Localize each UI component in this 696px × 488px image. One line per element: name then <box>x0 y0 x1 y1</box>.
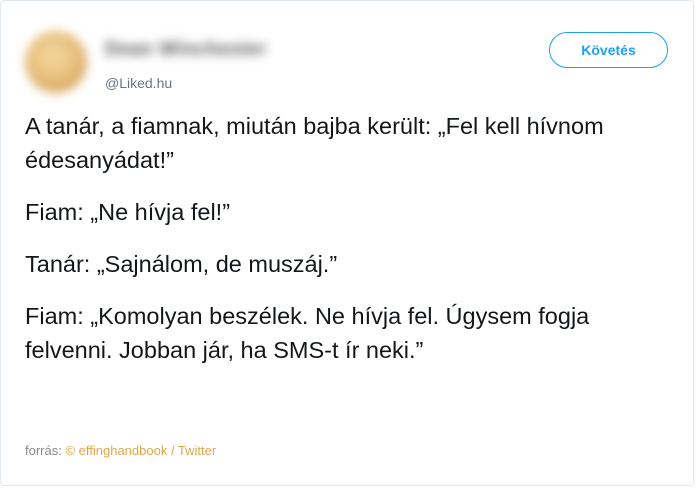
tweet-paragraph: A tanár, a fiamnak, miután bajba került:… <box>25 113 604 173</box>
source-credit: forrás: © effinghandbook / Twitter <box>25 443 216 458</box>
source-prefix: forrás: <box>25 443 62 458</box>
source-link[interactable]: © effinghandbook / Twitter <box>65 443 216 458</box>
follow-button[interactable]: Követés <box>549 32 668 68</box>
tweet-paragraph: Fiam: „Ne hívja fel!” <box>25 199 231 225</box>
author-name[interactable]: Dean Winchester <box>105 39 267 61</box>
author-handle[interactable]: @Liked.hu <box>105 75 172 91</box>
avatar[interactable] <box>25 31 87 93</box>
tweet-paragraph: Fiam: „Komolyan beszélek. Ne hívja fel. … <box>25 303 590 363</box>
tweet-text: A tanár, a fiamnak, miután bajba került:… <box>25 109 675 385</box>
tweet-card: Dean Winchester @Liked.hu Követés A taná… <box>0 0 694 486</box>
tweet-paragraph: Tanár: „Sajnálom, de muszáj.” <box>25 251 338 277</box>
